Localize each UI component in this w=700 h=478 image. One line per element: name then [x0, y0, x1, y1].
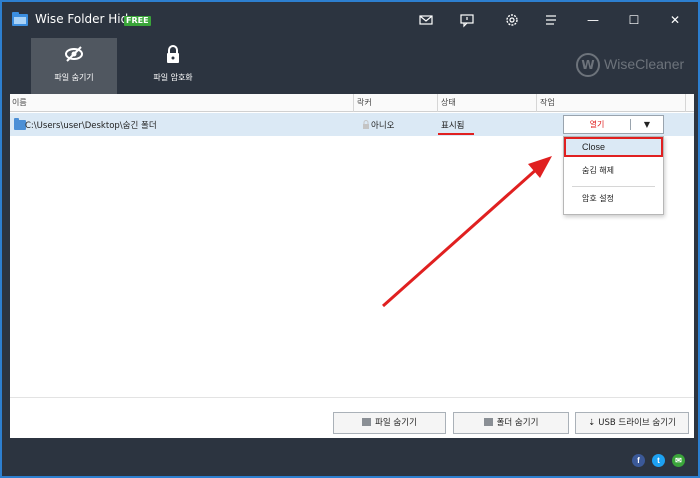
- tab-encrypt-file-label: 파일 암호화: [153, 73, 193, 82]
- menu-item-unhide[interactable]: 숨김 해제: [564, 160, 663, 182]
- row-path: C:\Users\user\Desktop\숨긴 폴더: [25, 121, 157, 131]
- app-window: Wise Folder Hider FREE — ☐ ✕ 파일 숨기기 파일 암…: [0, 0, 700, 478]
- tab-hide-file[interactable]: 파일 숨기기: [31, 38, 117, 94]
- main-toolbar: 파일 숨기기 파일 암호화 W WiseCleaner: [2, 36, 698, 94]
- twitter-icon[interactable]: t: [652, 454, 665, 467]
- open-button[interactable]: 열기: [564, 116, 630, 133]
- menu-item-set-password[interactable]: 암호 설정: [564, 188, 663, 210]
- maximize-button[interactable]: ☐: [626, 12, 642, 28]
- facebook-icon[interactable]: f: [632, 454, 645, 467]
- hide-file-label: 파일 숨기기: [375, 418, 417, 428]
- hide-usb-button[interactable]: ⇣ USB 드라이브 숨기기: [575, 412, 689, 434]
- dropdown-arrow-button[interactable]: ▼: [631, 116, 663, 133]
- file-list-panel: 이름 락커 상태 작업 C:\Users\user\Desktop\숨긴 폴더 …: [10, 94, 694, 438]
- column-divider: [685, 94, 686, 112]
- table-header: 이름 락커 상태 작업: [10, 94, 694, 112]
- status-annotation-underline: [438, 133, 474, 135]
- action-dropdown-menu: Close 숨김 해제 암호 설정: [563, 136, 664, 215]
- menu-icon[interactable]: [543, 12, 559, 28]
- lock-icon: [363, 120, 369, 129]
- col-header-status[interactable]: 상태: [441, 97, 456, 108]
- column-divider: [437, 94, 438, 112]
- action-split-button[interactable]: 열기 ▼: [563, 115, 664, 134]
- hide-folder-label: 폴더 숨기기: [496, 418, 539, 428]
- lock-icon: [167, 45, 179, 63]
- menu-divider: [572, 186, 655, 187]
- action-bar: 파일 숨기기 폴더 숨기기 ⇣ USB 드라이브 숨기기: [10, 397, 694, 438]
- table-row[interactable]: C:\Users\user\Desktop\숨긴 폴더 아니오 표시됨 열기 ▼: [10, 113, 694, 136]
- tab-hide-file-label: 파일 숨기기: [54, 73, 94, 82]
- hide-file-button[interactable]: 파일 숨기기: [333, 412, 446, 434]
- col-header-action[interactable]: 작업: [540, 97, 555, 108]
- brand-text: WiseCleaner: [604, 56, 685, 72]
- wisecleaner-logo-icon: W: [576, 53, 600, 77]
- eye-slash-icon: [65, 46, 83, 62]
- col-header-name[interactable]: 이름: [12, 97, 27, 108]
- feedback-chat-icon[interactable]: [459, 12, 475, 28]
- menu-item-close[interactable]: Close: [564, 137, 663, 157]
- title-bar: Wise Folder Hider FREE — ☐ ✕: [2, 2, 698, 36]
- mail-icon[interactable]: [418, 12, 434, 28]
- folder-icon: [483, 418, 493, 426]
- row-locker: 아니오: [371, 121, 395, 131]
- row-status: 표시됨: [441, 121, 465, 131]
- email-share-icon[interactable]: ✉: [672, 454, 685, 467]
- hide-folder-button[interactable]: 폴더 숨기기: [453, 412, 569, 434]
- column-divider: [536, 94, 537, 112]
- gear-icon[interactable]: [504, 12, 520, 28]
- tab-encrypt-file[interactable]: 파일 암호화: [130, 38, 216, 94]
- free-badge: FREE: [124, 16, 151, 26]
- status-bar: f t ✉: [2, 446, 698, 476]
- app-folder-icon: [12, 12, 28, 26]
- hide-usb-label: USB 드라이브 숨기기: [598, 418, 676, 428]
- col-header-locker[interactable]: 락커: [357, 97, 372, 108]
- column-divider: [353, 94, 354, 112]
- file-icon: [362, 418, 372, 426]
- usb-icon: ⇣: [588, 418, 596, 428]
- minimize-button[interactable]: —: [585, 12, 601, 28]
- close-window-button[interactable]: ✕: [667, 12, 683, 28]
